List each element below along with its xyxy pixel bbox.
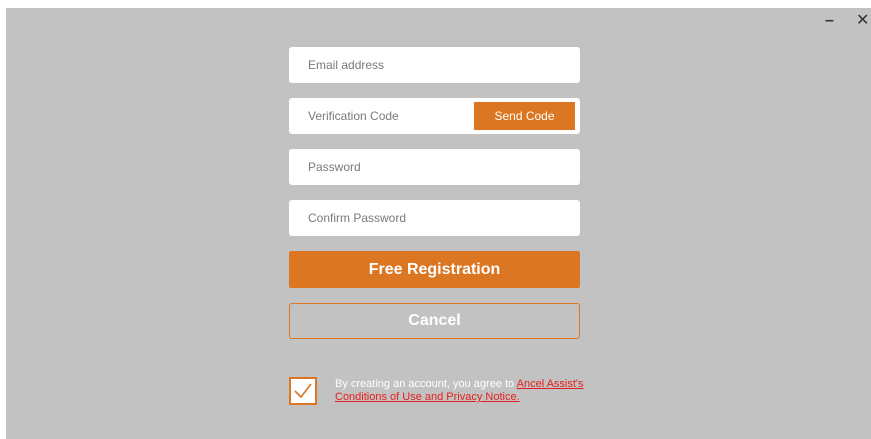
verification-code-placeholder: Verification Code <box>308 109 399 123</box>
send-code-button[interactable]: Send Code <box>474 102 575 130</box>
close-icon[interactable]: ✕ <box>856 13 869 29</box>
terms-link-ancel-assist[interactable]: Ancel Assist's <box>517 378 584 390</box>
registration-window: – ✕ Email address Verification Code Send… <box>6 8 871 439</box>
confirm-password-field[interactable]: Confirm Password <box>289 200 580 236</box>
verification-code-field[interactable]: Verification Code Send Code <box>289 98 580 134</box>
minimize-icon[interactable]: – <box>825 13 834 29</box>
password-placeholder: Password <box>308 160 361 174</box>
cancel-button[interactable]: Cancel <box>289 303 580 339</box>
checkmark-icon <box>294 383 312 399</box>
terms-checkbox[interactable] <box>289 377 317 405</box>
confirm-password-placeholder: Confirm Password <box>308 211 407 225</box>
email-field[interactable]: Email address <box>289 47 580 83</box>
free-registration-button[interactable]: Free Registration <box>289 251 580 288</box>
terms-link-conditions[interactable]: Conditions of Use and Privacy Notice. <box>335 391 520 403</box>
terms-text: By creating an account, you agree to Anc… <box>335 378 635 404</box>
password-field[interactable]: Password <box>289 149 580 185</box>
email-placeholder: Email address <box>308 58 385 72</box>
terms-prefix: By creating an account, you agree to <box>335 378 517 390</box>
